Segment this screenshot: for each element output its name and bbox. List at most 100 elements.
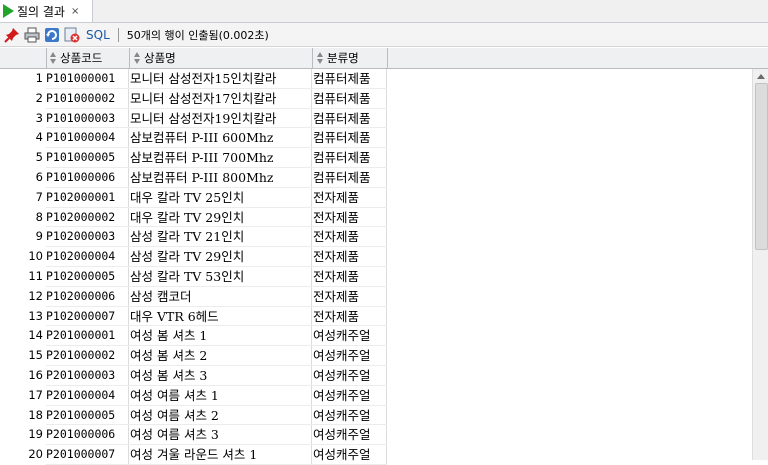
cell-product-code[interactable]: P102000001 bbox=[46, 187, 129, 208]
table-row[interactable]: 4 P101000004 삼보컴퓨터 P-III 600Mhz 컴퓨터제품 bbox=[0, 128, 752, 149]
table-row[interactable]: 9 P102000003 삼성 칼라 TV 21인치 전자제품 bbox=[0, 227, 752, 248]
scrollbar-thumb[interactable] bbox=[755, 83, 768, 250]
cell-product-name[interactable]: 모니터 삼성전자17인치칼라 bbox=[130, 88, 312, 109]
column-header-product-name[interactable]: 상품명 bbox=[130, 48, 313, 68]
cell-product-name[interactable]: 여성 봄 셔츠 1 bbox=[130, 326, 312, 347]
cell-product-code[interactable]: P102000004 bbox=[46, 247, 129, 267]
cell-category[interactable]: 전자제품 bbox=[313, 306, 387, 327]
cell-product-code[interactable]: P101000004 bbox=[46, 128, 129, 149]
cell-category[interactable]: 여성캐주얼 bbox=[313, 326, 387, 347]
table-row[interactable]: 16 P201000003 여성 봄 셔츠 3 여성캐주얼 bbox=[0, 365, 752, 386]
cell-category[interactable]: 컴퓨터제품 bbox=[313, 108, 387, 129]
cell-product-code[interactable]: P201000001 bbox=[46, 326, 129, 347]
cell-product-code[interactable]: P101000005 bbox=[46, 148, 129, 168]
cell-product-code[interactable]: P101000006 bbox=[46, 167, 129, 188]
cell-product-name[interactable]: 삼보컴퓨터 P-III 600Mhz bbox=[130, 128, 312, 149]
table-row[interactable]: 1 P101000001 모니터 삼성전자15인치칼라 컴퓨터제품 bbox=[0, 69, 752, 89]
row-number-header bbox=[0, 48, 47, 68]
cell-product-code[interactable]: P102000007 bbox=[46, 306, 129, 327]
cell-product-name[interactable]: 대우 VTR 6헤드 bbox=[130, 306, 312, 327]
cell-product-name[interactable]: 여성 여름 셔츠 2 bbox=[130, 405, 312, 426]
sort-icon[interactable] bbox=[317, 52, 324, 64]
table-row[interactable]: 8 P102000002 대우 칼라 TV 29인치 전자제품 bbox=[0, 207, 752, 228]
cell-category[interactable]: 컴퓨터제품 bbox=[313, 128, 387, 149]
table-row[interactable]: 17 P201000004 여성 여름 셔츠 1 여성캐주얼 bbox=[0, 385, 752, 406]
cell-category[interactable]: 여성캐주얼 bbox=[313, 445, 387, 465]
cell-product-code[interactable]: P201000005 bbox=[46, 405, 129, 426]
cell-category[interactable]: 전자제품 bbox=[313, 227, 387, 248]
cell-product-name[interactable]: 여성 봄 셔츠 3 bbox=[130, 365, 312, 386]
cell-product-code[interactable]: P101000003 bbox=[46, 108, 129, 129]
cell-product-name[interactable]: 여성 겨울 라운드 셔츠 1 bbox=[130, 445, 312, 465]
cell-product-name[interactable]: 대우 칼라 TV 29인치 bbox=[130, 207, 312, 228]
cell-product-code[interactable]: P102000005 bbox=[46, 266, 129, 287]
cell-product-code[interactable]: P201000004 bbox=[46, 385, 129, 406]
cell-category[interactable]: 여성캐주얼 bbox=[313, 365, 387, 386]
cell-product-name[interactable]: 삼보컴퓨터 P-III 700Mhz bbox=[130, 148, 312, 168]
table-row[interactable]: 11 P102000005 삼성 칼라 TV 53인치 전자제품 bbox=[0, 266, 752, 287]
cell-product-name[interactable]: 대우 칼라 TV 25인치 bbox=[130, 187, 312, 208]
cell-category[interactable]: 여성캐주얼 bbox=[313, 385, 387, 406]
table-row[interactable]: 19 P201000006 여성 여름 셔츠 3 여성캐주얼 bbox=[0, 425, 752, 446]
sort-icon[interactable] bbox=[50, 52, 57, 64]
cell-product-name[interactable]: 모니터 삼성전자15인치칼라 bbox=[130, 69, 312, 89]
cell-category[interactable]: 컴퓨터제품 bbox=[313, 167, 387, 188]
cell-product-code[interactable]: P102000003 bbox=[46, 227, 129, 248]
cell-product-code[interactable]: P201000006 bbox=[46, 425, 129, 446]
cell-category[interactable]: 전자제품 bbox=[313, 266, 387, 287]
table-row[interactable]: 15 P201000002 여성 봄 셔츠 2 여성캐주얼 bbox=[0, 346, 752, 366]
cell-category[interactable]: 전자제품 bbox=[313, 207, 387, 228]
table-row[interactable]: 7 P102000001 대우 칼라 TV 25인치 전자제품 bbox=[0, 187, 752, 208]
cell-category[interactable]: 전자제품 bbox=[313, 286, 387, 307]
sql-button[interactable]: SQL bbox=[86, 28, 110, 42]
cancel-fetch-icon[interactable] bbox=[64, 27, 80, 43]
cell-product-name[interactable]: 삼성 칼라 TV 29인치 bbox=[130, 247, 312, 267]
table-row[interactable]: 12 P102000006 삼성 캠코더 전자제품 bbox=[0, 286, 752, 307]
cell-product-code[interactable]: P102000002 bbox=[46, 207, 129, 228]
table-row[interactable]: 3 P101000003 모니터 삼성전자19인치칼라 컴퓨터제품 bbox=[0, 108, 752, 129]
cell-product-code[interactable]: P201000002 bbox=[46, 346, 129, 366]
print-icon[interactable] bbox=[24, 27, 40, 43]
table-row[interactable]: 20 P201000007 여성 겨울 라운드 셔츠 1 여성캐주얼 bbox=[0, 445, 752, 465]
cell-product-name[interactable]: 여성 여름 셔츠 1 bbox=[130, 385, 312, 406]
cell-category[interactable]: 컴퓨터제품 bbox=[313, 69, 387, 89]
table-row[interactable]: 5 P101000005 삼보컴퓨터 P-III 700Mhz 컴퓨터제품 bbox=[0, 148, 752, 168]
table-row[interactable]: 18 P201000005 여성 여름 셔츠 2 여성캐주얼 bbox=[0, 405, 752, 426]
tab-query-result[interactable]: 질의 결과 × bbox=[0, 0, 93, 22]
column-header-label: 분류명 bbox=[327, 51, 359, 65]
refresh-icon[interactable] bbox=[44, 27, 60, 43]
result-rows: 1 P101000001 모니터 삼성전자15인치칼라 컴퓨터제품 2 P10100000… bbox=[0, 69, 752, 465]
cell-product-name[interactable]: 여성 봄 셔츠 2 bbox=[130, 346, 312, 366]
column-header-category[interactable]: 분류명 bbox=[313, 48, 388, 68]
vertical-scrollbar[interactable] bbox=[752, 69, 768, 460]
cell-product-name[interactable]: 모니터 삼성전자19인치칼라 bbox=[130, 108, 312, 129]
cell-product-code[interactable]: P201000007 bbox=[46, 445, 129, 465]
cell-product-name[interactable]: 삼성 칼라 TV 21인치 bbox=[130, 227, 312, 248]
cell-category[interactable]: 여성캐주얼 bbox=[313, 425, 387, 446]
cell-category[interactable]: 여성캐주얼 bbox=[313, 346, 387, 366]
cell-product-name[interactable]: 여성 여름 셔츠 3 bbox=[130, 425, 312, 446]
table-row[interactable]: 14 P201000001 여성 봄 셔츠 1 여성캐주얼 bbox=[0, 326, 752, 347]
cell-category[interactable]: 전자제품 bbox=[313, 187, 387, 208]
sort-icon[interactable] bbox=[134, 52, 141, 64]
cell-product-name[interactable]: 삼성 캠코더 bbox=[130, 286, 312, 307]
close-icon[interactable]: × bbox=[71, 6, 79, 17]
table-row[interactable]: 6 P101000006 삼보컴퓨터 P-III 800Mhz 컴퓨터제품 bbox=[0, 167, 752, 188]
table-row[interactable]: 2 P101000002 모니터 삼성전자17인치칼라 컴퓨터제품 bbox=[0, 88, 752, 109]
cell-category[interactable]: 전자제품 bbox=[313, 247, 387, 267]
cell-product-code[interactable]: P101000002 bbox=[46, 88, 129, 109]
column-header-product-code[interactable]: 상품코드 bbox=[46, 48, 130, 68]
cell-product-code[interactable]: P102000006 bbox=[46, 286, 129, 307]
row-number: 9 bbox=[35, 229, 43, 244]
table-row[interactable]: 13 P102000007 대우 VTR 6헤드 전자제품 bbox=[0, 306, 752, 327]
cell-category[interactable]: 컴퓨터제품 bbox=[313, 88, 387, 109]
cell-product-name[interactable]: 삼보컴퓨터 P-III 800Mhz bbox=[130, 167, 312, 188]
cell-category[interactable]: 컴퓨터제품 bbox=[313, 148, 387, 168]
cell-product-code[interactable]: P101000001 bbox=[46, 69, 129, 89]
scroll-up-icon[interactable] bbox=[757, 74, 765, 79]
cell-category[interactable]: 여성캐주얼 bbox=[313, 405, 387, 426]
cell-product-name[interactable]: 삼성 칼라 TV 53인치 bbox=[130, 266, 312, 287]
pin-icon[interactable] bbox=[4, 27, 20, 43]
table-row[interactable]: 10 P102000004 삼성 칼라 TV 29인치 전자제품 bbox=[0, 247, 752, 267]
cell-product-code[interactable]: P201000003 bbox=[46, 365, 129, 386]
